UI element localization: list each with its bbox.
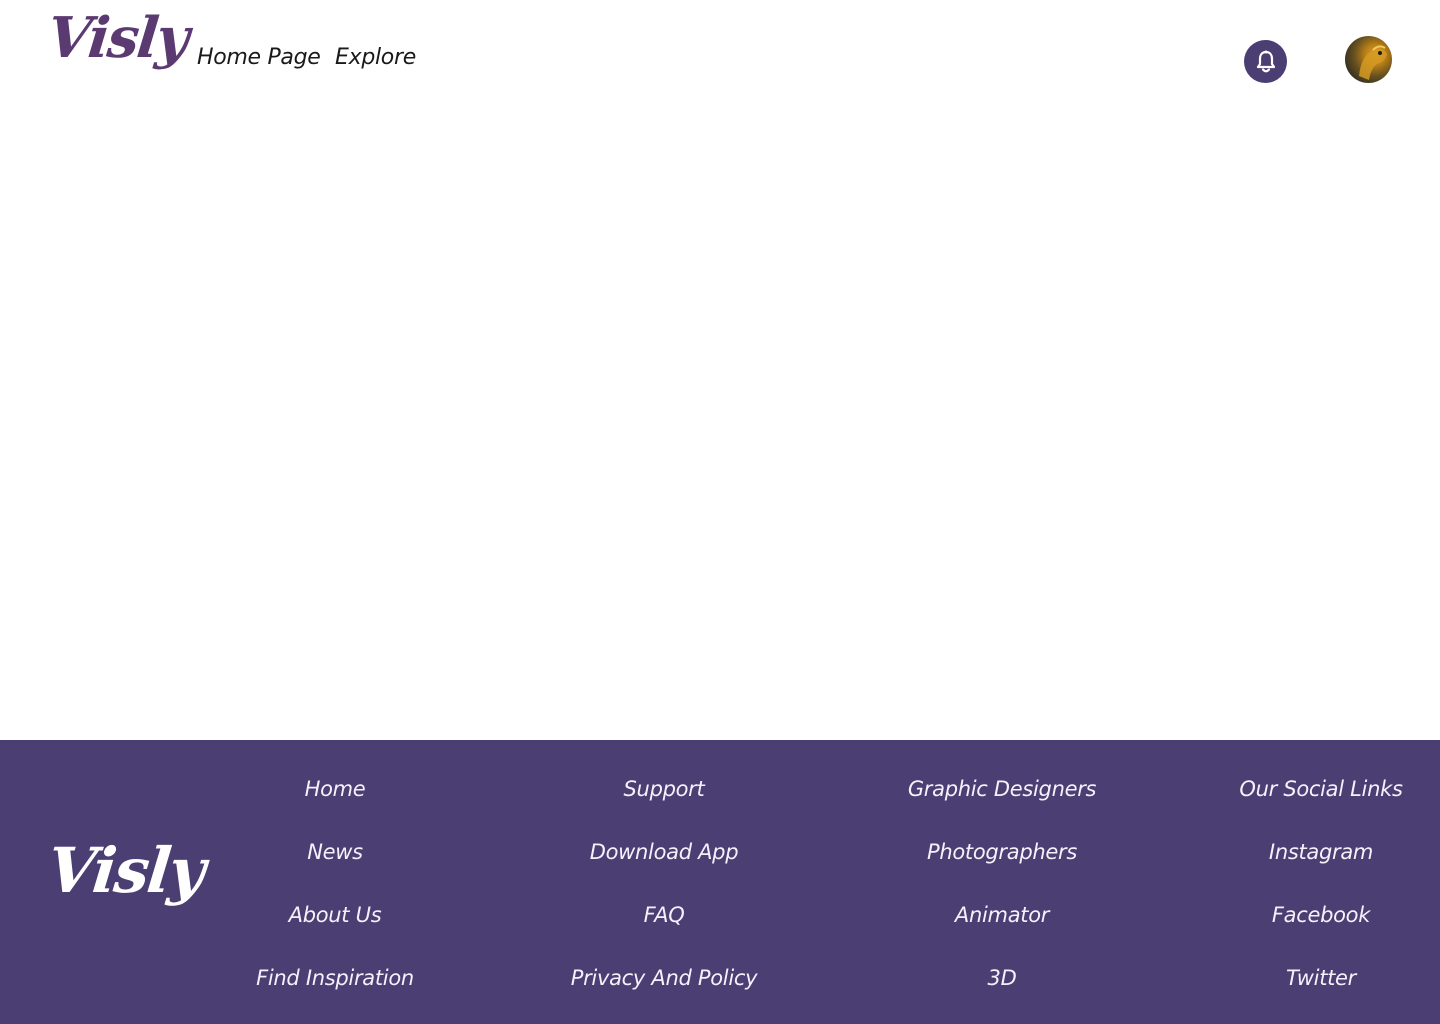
brand-logo[interactable]: Visly [45,5,191,71]
site-footer: Visly Home News About Us Find Inspiratio… [0,740,1440,1024]
footer-link-support[interactable]: Support [504,777,824,801]
footer-column-main: Home News About Us Find Inspiration [175,740,495,1024]
footer-link-about-us[interactable]: About Us [175,903,495,927]
footer-column-creators: Graphic Designers Photographers Animator… [842,740,1162,1024]
footer-link-privacy-policy[interactable]: Privacy And Policy [504,966,824,990]
bell-icon [1256,50,1275,72]
page: Visly Home Page Explore Visly Home News … [0,0,1440,1024]
avatar-image [1359,45,1387,80]
footer-link-photographers[interactable]: Photographers [842,840,1162,864]
footer-link-3d[interactable]: 3D [842,966,1162,990]
footer-column-social: Our Social Links Instagram Facebook Twit… [1161,740,1440,1024]
nav-explore[interactable]: Explore [335,45,416,70]
nav-home-page[interactable]: Home Page [197,45,321,70]
footer-link-download-app[interactable]: Download App [504,840,824,864]
footer-link-find-inspiration[interactable]: Find Inspiration [175,966,495,990]
footer-link-news[interactable]: News [175,840,495,864]
footer-link-graphic-designers[interactable]: Graphic Designers [842,777,1162,801]
footer-link-animator[interactable]: Animator [842,903,1162,927]
footer-social-heading: Our Social Links [1239,777,1403,801]
user-avatar[interactable] [1345,36,1392,83]
footer-link-twitter[interactable]: Twitter [1161,966,1440,990]
notification-button[interactable] [1244,40,1287,83]
footer-link-instagram[interactable]: Instagram [1161,840,1440,864]
footer-link-home[interactable]: Home [175,777,495,801]
footer-link-facebook[interactable]: Facebook [1161,903,1440,927]
footer-link-faq[interactable]: FAQ [504,903,824,927]
site-header: Visly Home Page Explore [0,0,1440,120]
footer-column-support: Support Download App FAQ Privacy And Pol… [504,740,824,1024]
